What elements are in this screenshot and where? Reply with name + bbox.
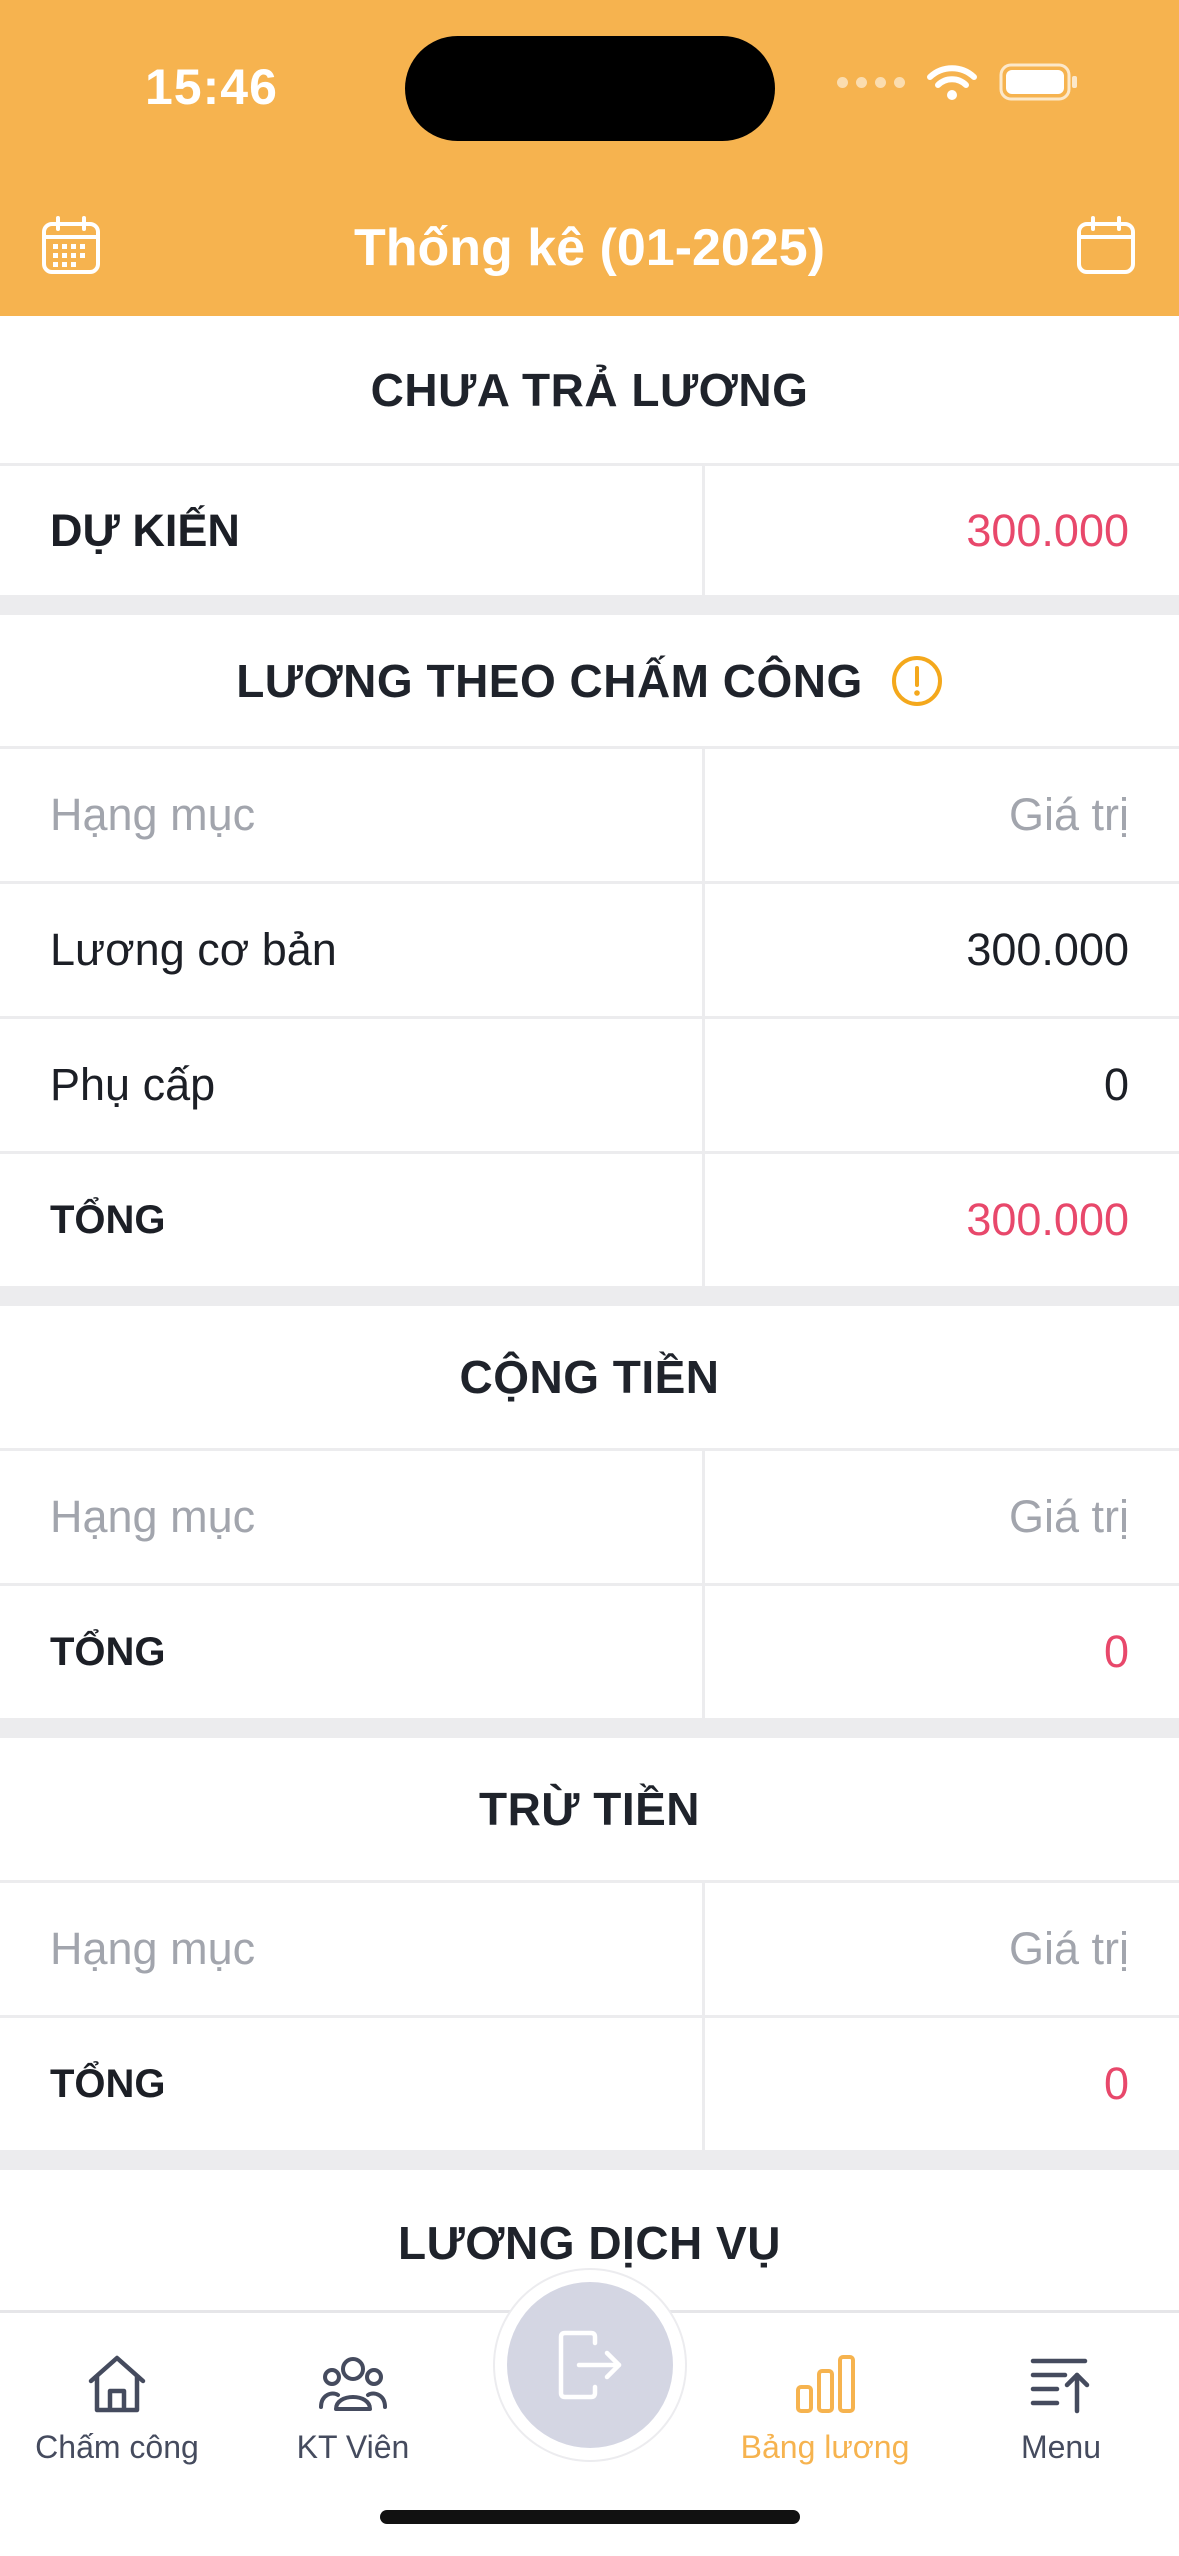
home-icon bbox=[88, 2355, 146, 2413]
table-header-row: Hạng mục Giá trị bbox=[0, 1451, 1179, 1586]
section-title-text: TRỪ TIỀN bbox=[478, 1783, 701, 1835]
column-header-value: Giá trị bbox=[1008, 1491, 1129, 1542]
page-title: Thống kê (01-2025) bbox=[353, 219, 826, 277]
salary-stats-content: CHƯA TRẢ LƯƠNG DỰ KIẾN 300.000 LƯƠNG THE… bbox=[0, 316, 1179, 2315]
home-indicator[interactable] bbox=[380, 2510, 800, 2524]
info-warning-icon[interactable] bbox=[891, 655, 943, 707]
total-value: 0 bbox=[1103, 2058, 1129, 2109]
section-title-text: LƯƠNG DỊCH VỤ bbox=[398, 2216, 781, 2269]
table-row: Phụ cấp 0 bbox=[0, 1019, 1179, 1154]
exit-icon bbox=[558, 2330, 622, 2400]
nav-label: Bảng lương bbox=[740, 2429, 910, 2465]
row-label: Lương cơ bản bbox=[0, 884, 705, 1016]
section-divider bbox=[0, 2153, 1179, 2170]
menu-upload-icon bbox=[1030, 2358, 1090, 2414]
column-header-category: Hạng mục bbox=[0, 1883, 705, 2015]
section-title-attendance: LƯƠNG THEO CHẤM CÔNG bbox=[0, 615, 1179, 749]
checkout-button[interactable] bbox=[507, 2282, 673, 2448]
section-title-text: LƯƠNG THEO CHẤM CÔNG bbox=[236, 654, 863, 707]
column-header-category: Hạng mục bbox=[0, 1451, 705, 1583]
row-value: 0 bbox=[1103, 1059, 1129, 1110]
expected-label: DỰ KIẾN bbox=[0, 466, 705, 595]
section-title-deductions: TRỪ TIỀN bbox=[0, 1738, 1179, 1883]
total-row: TỔNG 0 bbox=[0, 2018, 1179, 2153]
expected-value: 300.000 bbox=[966, 504, 1129, 556]
total-label: TỔNG bbox=[0, 2018, 705, 2150]
column-header-category: Hạng mục bbox=[0, 749, 705, 881]
table-header-row: Hạng mục Giá trị bbox=[0, 749, 1179, 884]
status-time: 15:46 bbox=[145, 59, 278, 115]
calendar-icon[interactable] bbox=[1075, 215, 1137, 277]
total-row: TỔNG 300.000 bbox=[0, 1154, 1179, 1289]
table-row: Lương cơ bản 300.000 bbox=[0, 884, 1179, 1019]
section-divider bbox=[0, 1289, 1179, 1306]
nav-label: Chấm công bbox=[35, 2429, 199, 2465]
section-title-unpaid: CHƯA TRẢ LƯƠNG bbox=[0, 316, 1179, 466]
column-header-value: Giá trị bbox=[1008, 1923, 1129, 1974]
section-divider bbox=[0, 598, 1179, 615]
row-label: Phụ cấp bbox=[0, 1019, 705, 1151]
nav-item-attendance[interactable]: Chấm công bbox=[2, 2353, 232, 2466]
total-value: 0 bbox=[1103, 1626, 1129, 1677]
nav-label: KT Viên bbox=[296, 2429, 410, 2465]
signal-icon bbox=[837, 76, 905, 88]
section-divider bbox=[0, 1721, 1179, 1738]
total-label: TỔNG bbox=[0, 1586, 705, 1718]
section-title-text: CHƯA TRẢ LƯƠNG bbox=[370, 363, 809, 416]
users-icon bbox=[319, 2357, 387, 2411]
wifi-icon bbox=[927, 65, 977, 100]
nav-label: Menu bbox=[1020, 2429, 1102, 2465]
battery-icon bbox=[999, 63, 1077, 101]
bar-chart-icon bbox=[796, 2355, 855, 2413]
nav-item-menu[interactable]: Menu bbox=[946, 2353, 1176, 2466]
nav-item-payroll[interactable]: Bảng lương bbox=[710, 2353, 940, 2466]
table-header-row: Hạng mục Giá trị bbox=[0, 1883, 1179, 2018]
nav-item-technicians[interactable]: KT Viên bbox=[238, 2353, 468, 2466]
table-row: DỰ KIẾN 300.000 bbox=[0, 466, 1179, 598]
status-icons bbox=[837, 62, 1079, 102]
row-value: 300.000 bbox=[966, 924, 1129, 975]
column-header-value: Giá trị bbox=[1008, 789, 1129, 840]
total-label: TỔNG bbox=[0, 1154, 705, 1286]
section-title-text: CỘNG TIỀN bbox=[459, 1351, 720, 1403]
section-title-additions: CỘNG TIỀN bbox=[0, 1306, 1179, 1451]
app-header: 15:46 Thống kê (01-2025) bbox=[0, 0, 1179, 316]
total-value: 300.000 bbox=[966, 1194, 1129, 1245]
dynamic-island bbox=[405, 36, 775, 141]
total-row: TỔNG 0 bbox=[0, 1586, 1179, 1721]
